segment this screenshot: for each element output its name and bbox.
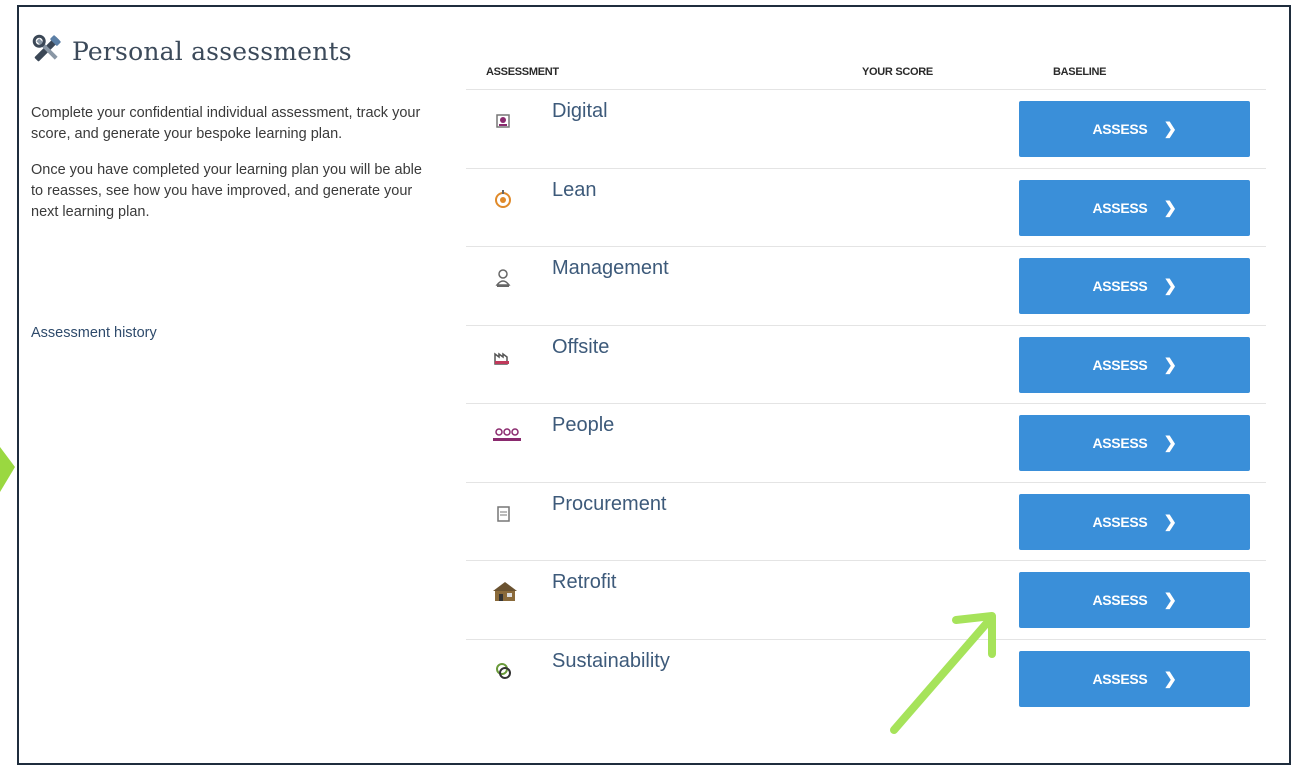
chevron-right-icon: ❯ [1163, 435, 1177, 452]
assessment-name[interactable]: People [552, 414, 614, 437]
page-title-text: Personal assessments [72, 37, 352, 66]
table-row: Offsite ASSESS ❯ [466, 326, 1266, 404]
annotation-arrow-icon [890, 612, 996, 734]
assess-offsite-button[interactable]: ASSESS ❯ [1019, 336, 1250, 393]
column-header-your-score: YOUR SCORE [862, 66, 933, 78]
tools-icon [30, 32, 64, 71]
table-row: Sustainability ASSESS ❯ [466, 640, 1266, 718]
management-icon [491, 265, 517, 291]
table-row: Retrofit ASSESS ❯ [466, 561, 1266, 640]
intro-paragraph-1: Complete your confidential individual as… [31, 105, 421, 142]
chevron-right-icon: ❯ [1163, 199, 1177, 217]
chevron-right-icon: ❯ [1163, 670, 1177, 688]
chevron-right-icon: ❯ [1163, 278, 1177, 295]
intro-text: Complete your confidential individual as… [31, 103, 431, 238]
column-header-baseline: BASELINE [1053, 66, 1107, 78]
retrofit-icon [491, 579, 517, 605]
assessments-table: ASSESSMENT YOUR SCORE BASELINE Digital A… [466, 62, 1266, 717]
chevron-right-icon: ❯ [1163, 592, 1177, 609]
assessment-name[interactable]: Sustainability [552, 650, 670, 673]
assess-lean-button[interactable]: ASSESS ❯ [1019, 179, 1250, 236]
chevron-right-icon: ❯ [1163, 356, 1177, 374]
assess-retrofit-button[interactable]: ASSESS ❯ [1019, 572, 1250, 628]
assessment-name[interactable]: Management [552, 257, 669, 280]
assessment-name[interactable]: Digital [552, 100, 608, 123]
lean-icon [491, 187, 517, 213]
table-row: Lean ASSESS ❯ [466, 169, 1266, 247]
assessment-name[interactable]: Procurement [552, 493, 667, 516]
table-row: Procurement ASSESS ❯ [466, 483, 1266, 561]
assessment-history-link[interactable]: Assessment history [31, 325, 157, 341]
assessment-name[interactable]: Lean [552, 179, 597, 202]
page-title: Personal assessments [30, 32, 352, 71]
sustainability-icon [491, 658, 517, 684]
digital-icon [491, 108, 517, 134]
table-row: Digital ASSESS ❯ [466, 90, 1266, 169]
table-row: Management ASSESS ❯ [466, 247, 1266, 326]
assessment-name[interactable]: Retrofit [552, 571, 616, 594]
procurement-icon [491, 501, 517, 527]
table-header: ASSESSMENT YOUR SCORE BASELINE [466, 62, 1266, 90]
assess-management-button[interactable]: ASSESS ❯ [1019, 258, 1250, 314]
chevron-right-icon: ❯ [1163, 513, 1177, 531]
people-icon [491, 422, 521, 448]
assessment-name[interactable]: Offsite [552, 336, 609, 359]
annotation-arrow-left-icon [0, 447, 15, 492]
assess-digital-button[interactable]: ASSESS ❯ [1019, 101, 1250, 157]
offsite-icon [491, 344, 517, 370]
column-header-assessment: ASSESSMENT [486, 66, 559, 78]
assess-sustainability-button[interactable]: ASSESS ❯ [1019, 650, 1250, 707]
table-row: People ASSESS ❯ [466, 404, 1266, 483]
chevron-right-icon: ❯ [1163, 121, 1177, 138]
assess-people-button[interactable]: ASSESS ❯ [1019, 415, 1250, 471]
intro-paragraph-2: Once you have completed your learning pl… [31, 162, 422, 220]
assess-procurement-button[interactable]: ASSESS ❯ [1019, 493, 1250, 550]
